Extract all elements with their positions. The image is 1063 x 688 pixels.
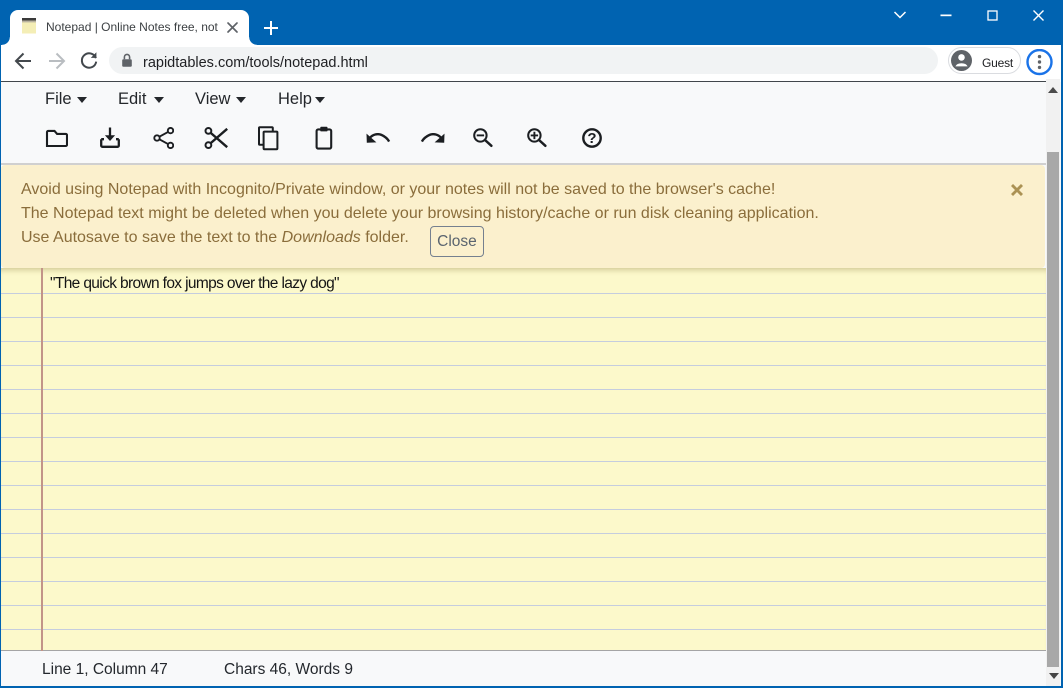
svg-text:?: ? <box>587 130 596 147</box>
